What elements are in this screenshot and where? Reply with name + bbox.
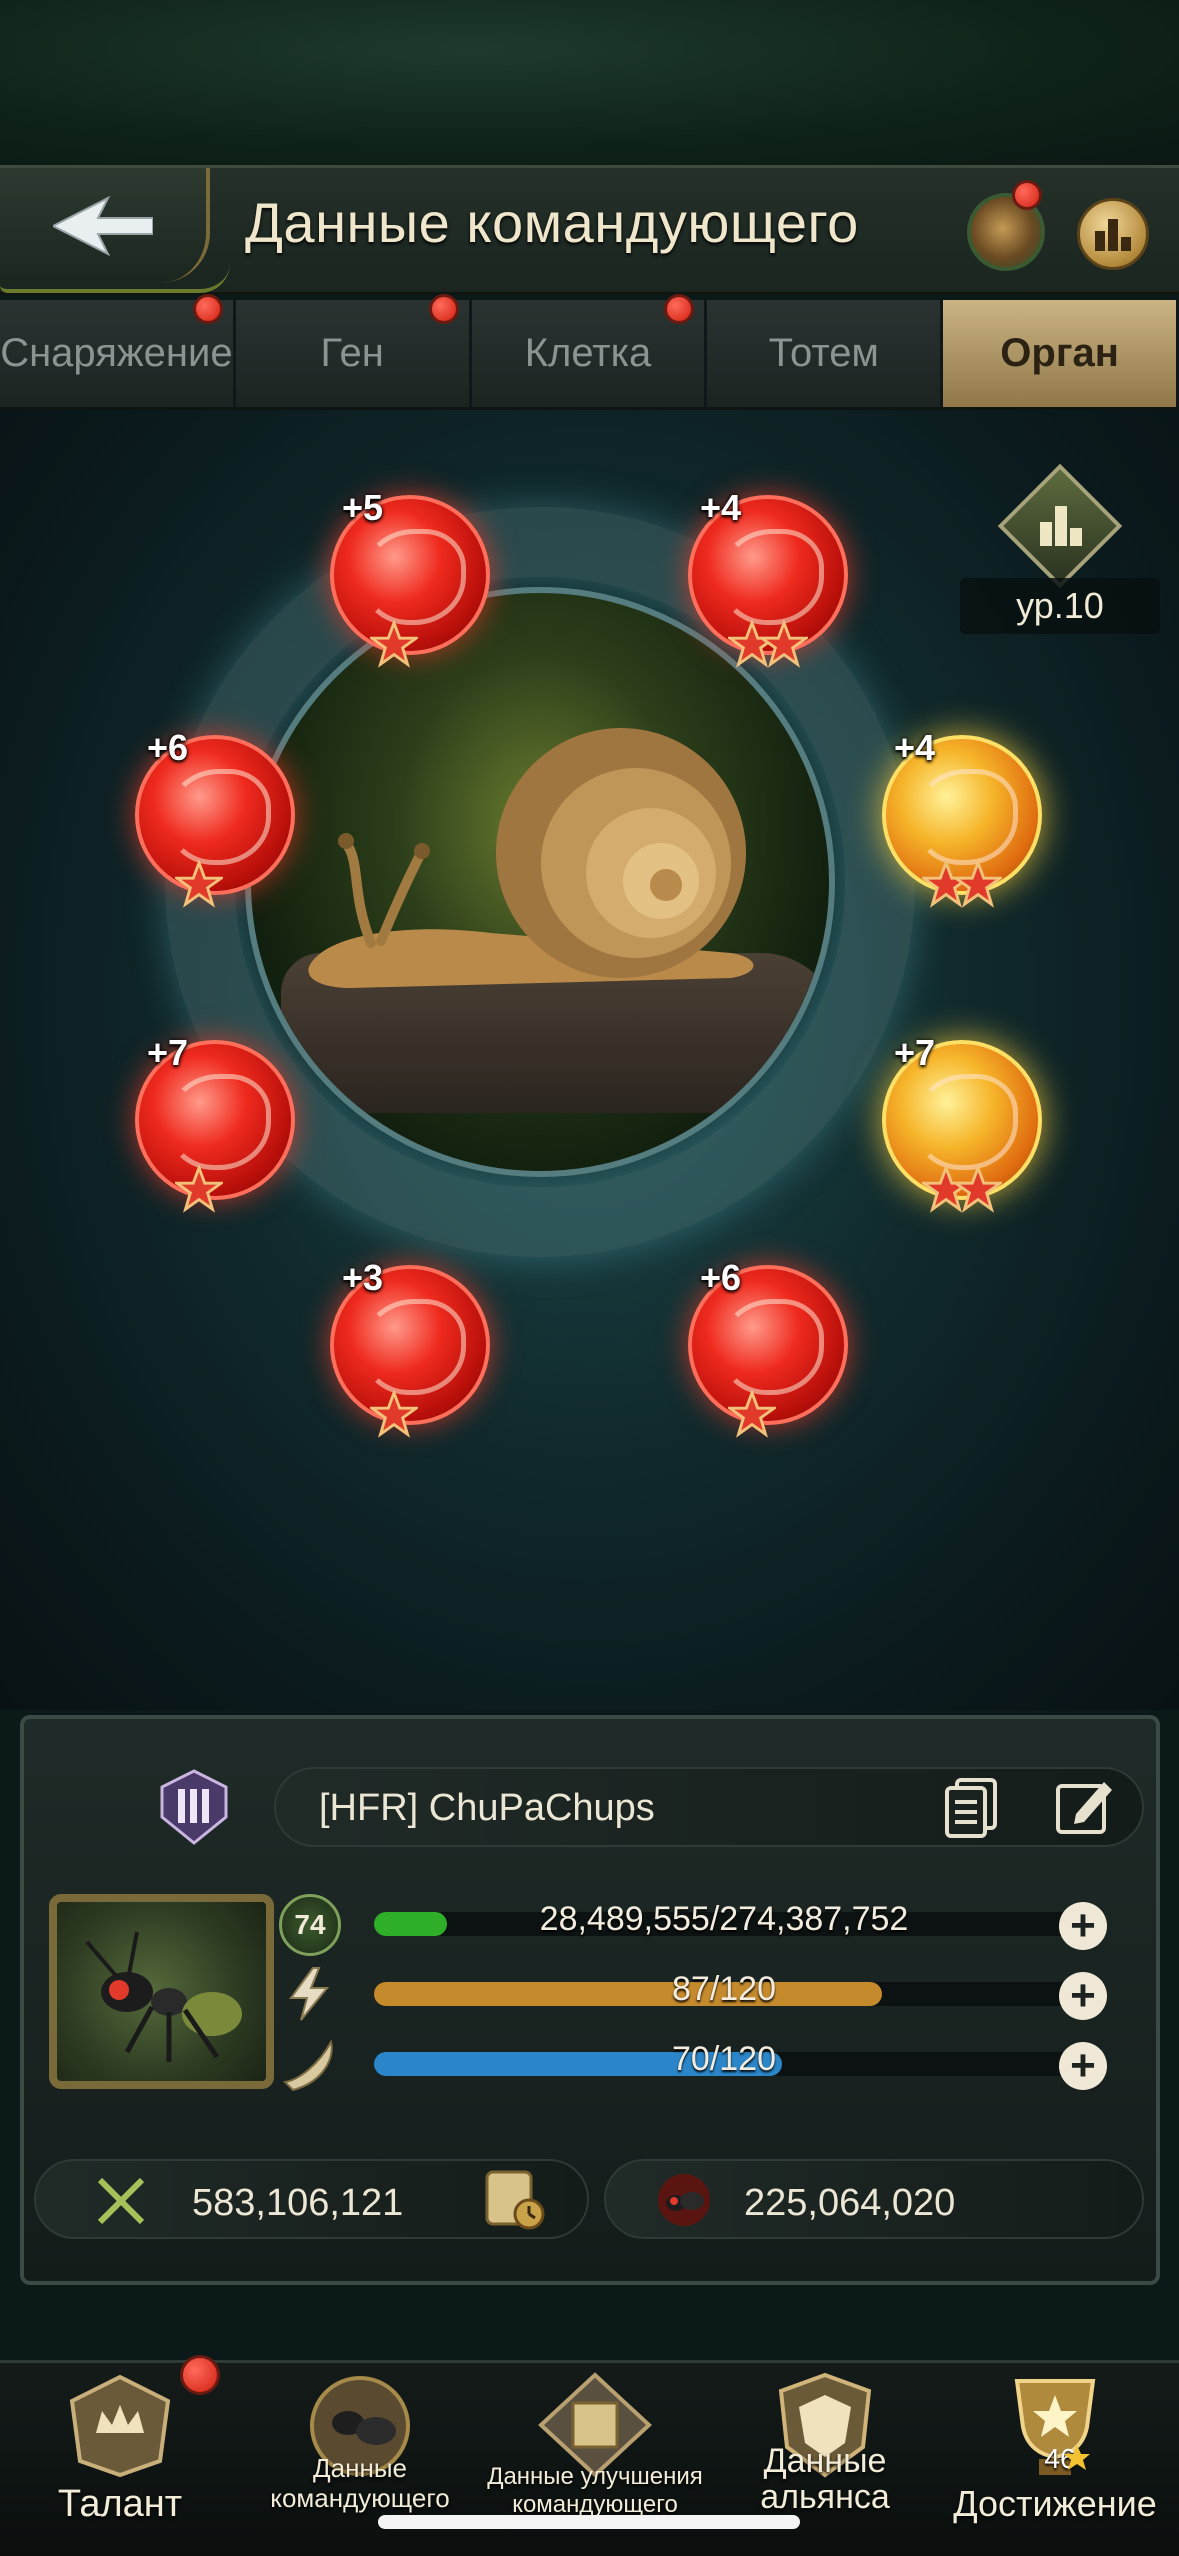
notification-dot [192, 294, 223, 324]
star-icon [370, 1390, 418, 1438]
organ-slot-6[interactable]: +7 [882, 1032, 1042, 1213]
organ-stars [370, 1390, 490, 1440]
tab-cell[interactable]: Клетка [471, 294, 708, 407]
copy-icon[interactable] [939, 1774, 1005, 1840]
add-energy-button[interactable]: + [1059, 1972, 1107, 2020]
tab-organ[interactable]: Орган [943, 300, 1179, 407]
vine-decoration [0, 263, 230, 293]
scroll-history-icon[interactable] [479, 2166, 549, 2232]
tab-bar: Снаряжение Ген Клетка Тотем Орган [0, 294, 1179, 410]
talent-notification-dot [180, 2355, 220, 2395]
organ-slot-5[interactable]: +7 [135, 1032, 295, 1213]
add-exp-button[interactable]: + [1059, 1902, 1107, 1950]
organ-stars [728, 620, 848, 670]
tab-gene[interactable]: Ген [235, 294, 472, 407]
star-icon [954, 1165, 1002, 1213]
star-icon [1064, 2445, 1090, 2470]
organ-slot-1[interactable]: +5 [330, 487, 490, 668]
organ-stars [922, 860, 1042, 910]
nav-label: Данные альянса [760, 2442, 890, 2516]
tab-label: Орган [1000, 331, 1119, 375]
star-icon [760, 620, 808, 668]
tab-label: Снаряжение [0, 331, 233, 375]
organ-bonus: +4 [700, 487, 742, 528]
star-icon [175, 1165, 223, 1213]
star-icon [728, 1390, 776, 1438]
tab-label: Тотем [768, 331, 879, 375]
lightning-icon [289, 1967, 330, 2021]
organ-slot-7[interactable]: +3 [330, 1257, 490, 1438]
guild-rank-icon [160, 1769, 228, 1845]
notification-dot [428, 294, 459, 324]
organ-bonus: +7 [894, 1032, 936, 1073]
add-stamina-button[interactable]: + [1059, 2042, 1107, 2090]
exp-row: 74 28,489,555/274,387,752 + [24, 1894, 1164, 1956]
organ-slot-2[interactable]: +4 [688, 487, 848, 668]
player-name: [HFR] ChuPaChups [319, 1787, 655, 1829]
snail-illustration [308, 728, 754, 988]
organ-slot-8[interactable]: +6 [688, 1257, 848, 1438]
snail-portrait [245, 587, 835, 1177]
page-title: Данные командующего [245, 191, 859, 254]
home-indicator[interactable] [378, 2515, 800, 2529]
commander-level: 74 [279, 1894, 341, 1956]
organ-level-text: ур.10 [960, 578, 1160, 634]
organ-stage: ур.10 +5 +4 +6 +4 +7 +7 +3 +6 [0, 410, 1179, 1710]
organ-bonus: +6 [147, 727, 189, 768]
organ-stars [370, 620, 490, 670]
organ-stars [175, 1165, 295, 1215]
organ-bonus: +7 [147, 1032, 189, 1073]
notification-dot [664, 294, 695, 324]
organ-stars [922, 1165, 1042, 1215]
power-value: 583,106,121 [192, 2182, 404, 2224]
organ-bonus: +6 [700, 1257, 742, 1298]
talent-crown-icon [69, 2374, 171, 2478]
nav-talent[interactable]: Талант [20, 2355, 220, 2553]
snail-notification-dot [1012, 180, 1042, 210]
nav-achievement[interactable]: 46 Достижение [940, 2363, 1170, 2553]
tab-label: Ген [320, 331, 384, 375]
horn-icon [282, 2039, 333, 2092]
organ-stars [728, 1390, 848, 1440]
organ-level-button[interactable] [997, 463, 1123, 592]
top-background [0, 0, 1179, 165]
organ-slot-4[interactable]: +4 [882, 727, 1042, 908]
tab-label: Клетка [524, 331, 652, 375]
nav-label: Данные улучшения командующего [487, 2463, 703, 2518]
stamina-text: 70/120 [672, 2040, 776, 2078]
nav-label: Талант [57, 2483, 183, 2525]
organ-bonus: +4 [894, 727, 936, 768]
organ-bonus: +3 [342, 1257, 384, 1298]
exp-text: 28,489,555/274,387,752 [539, 1900, 909, 1938]
organ-slot-3[interactable]: +6 [135, 727, 295, 908]
bar-chart-icon [1040, 506, 1082, 546]
edit-icon[interactable] [1052, 1774, 1118, 1840]
crossed-swords-icon [97, 2177, 145, 2225]
energy-row: 87/120 + [24, 1964, 1164, 2024]
bar-chart-icon [1095, 219, 1131, 251]
header: Данные командующего [0, 165, 1179, 295]
kill-ant-icon [658, 2174, 710, 2226]
nav-label: Данные командующего [270, 2453, 450, 2513]
ranking-button[interactable] [1077, 198, 1149, 270]
star-icon [175, 860, 223, 908]
organ-stars [175, 860, 295, 910]
tab-equipment[interactable]: Снаряжение [0, 294, 236, 407]
organ-bonus: +5 [342, 487, 384, 528]
back-arrow-icon [53, 195, 153, 256]
kills-value: 225,064,020 [744, 2182, 956, 2224]
nav-label: Достижение [953, 2483, 1157, 2524]
tab-totem[interactable]: Тотем [707, 300, 944, 407]
energy-text: 87/120 [672, 1970, 776, 2008]
star-icon [954, 860, 1002, 908]
stamina-row: 70/120 + [24, 2034, 1164, 2094]
star-icon [370, 620, 418, 668]
commander-info-panel: [HFR] ChuPaChups 74 28,489,555/274,387,7 [20, 1715, 1160, 2285]
